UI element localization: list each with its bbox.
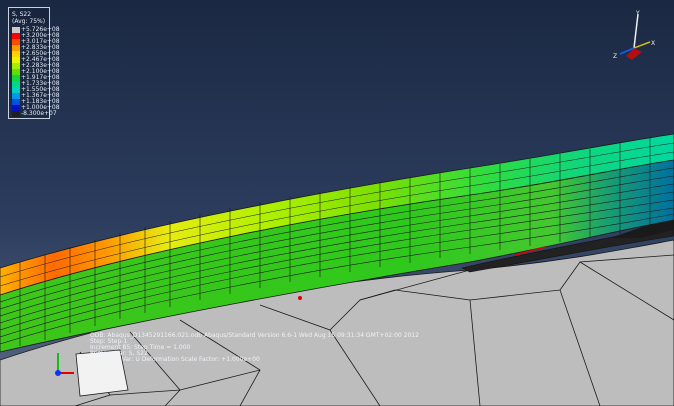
- legend-swatch: [12, 111, 20, 117]
- legend-value: -8.300e+07: [21, 110, 57, 117]
- orientation-triad[interactable]: Y X Z: [608, 8, 660, 62]
- abaqus-viewport[interactable]: S, S22 (Avg: 75%) +5.726e+08 +3.200e+08 +3…: [0, 0, 674, 406]
- triad-z-label: Z: [613, 53, 617, 60]
- triad-y-label: Y: [635, 10, 640, 17]
- triad-x-label: X: [651, 40, 655, 47]
- red-marker: [298, 296, 302, 300]
- contour-legend: S, S22 (Avg: 75%) +5.726e+08 +3.200e+08 +3…: [8, 7, 60, 119]
- triad-x-axis: [633, 41, 651, 49]
- info-line-deformed: Deformed Var: U Deformation Scale Factor…: [90, 356, 260, 363]
- info-line-odb: ODB: Abaqus_D1345291166.021.odb Abaqus/S…: [90, 332, 419, 339]
- info-block: ODB: Abaqus_D1345291166.021.odb Abaqus/S…: [90, 333, 419, 363]
- legend-subtitle: (Avg: 75%): [12, 18, 46, 25]
- view-triad: [55, 353, 74, 376]
- triad-y-axis: [633, 13, 639, 49]
- view-triad-z-axis: [55, 370, 61, 376]
